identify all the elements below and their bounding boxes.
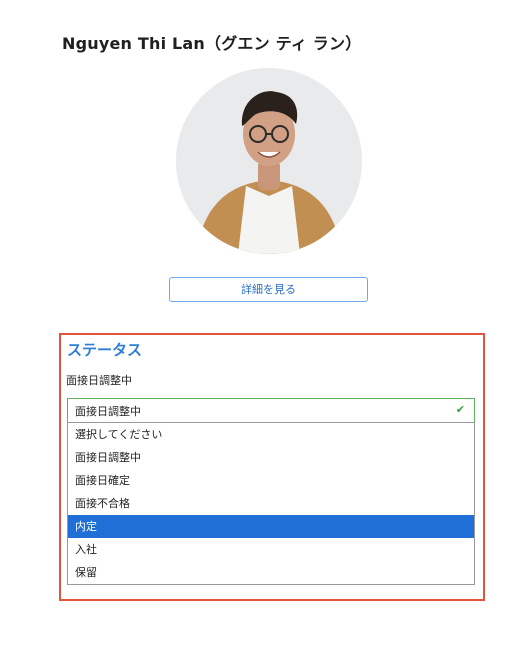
profile-name: Nguyen Thi Lan（グエン ティ ラン） xyxy=(62,34,362,53)
status-dropdown-list: 選択してください 面接日調整中 面接日確定 面接不合格 内定 入社 保留 xyxy=(67,422,475,585)
status-option[interactable]: 入社 xyxy=(68,538,474,561)
status-heading: ステータス xyxy=(67,341,143,359)
status-option[interactable]: 面接日確定 xyxy=(68,469,474,492)
view-details-button[interactable]: 詳細を見る xyxy=(169,277,368,302)
status-option[interactable]: 保留 xyxy=(68,561,474,584)
current-status-text: 面接日調整中 xyxy=(66,374,132,387)
check-icon: ✔ xyxy=(455,403,465,416)
profile-photo xyxy=(176,68,362,254)
status-select-value: 面接日調整中 xyxy=(75,405,141,418)
status-select[interactable]: 面接日調整中 ✔ xyxy=(67,398,475,422)
status-option[interactable]: 選択してください xyxy=(68,423,474,446)
status-option[interactable]: 面接不合格 xyxy=(68,492,474,515)
status-panel: ステータス 面接日調整中 面接日調整中 ✔ 選択してください 面接日調整中 面接… xyxy=(59,333,485,601)
status-option-highlighted[interactable]: 内定 xyxy=(68,515,474,538)
status-option[interactable]: 面接日調整中 xyxy=(68,446,474,469)
